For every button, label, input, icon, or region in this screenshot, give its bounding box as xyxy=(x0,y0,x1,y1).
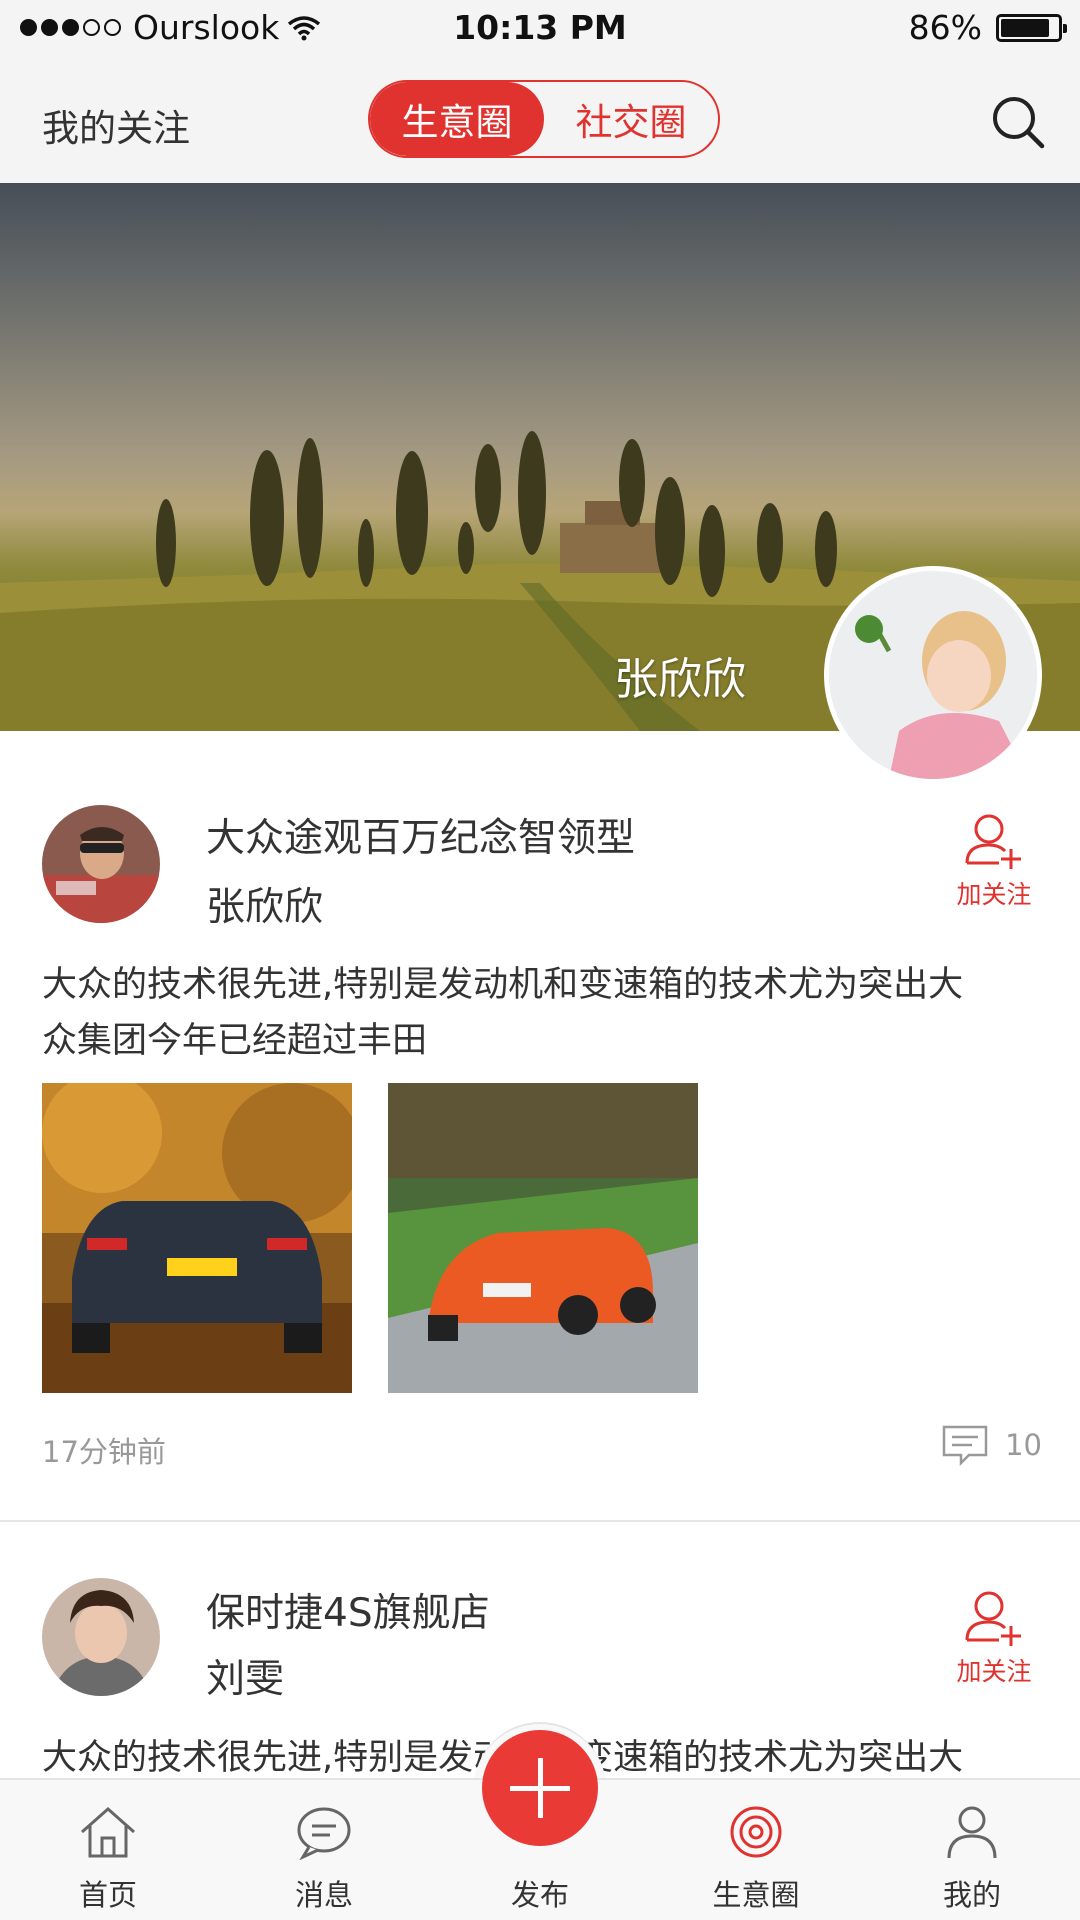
post-timestamp: 17分钟前 xyxy=(42,1435,166,1469)
tab-social-circle[interactable]: 社交圈 xyxy=(544,82,718,156)
tab-label: 生意圈 xyxy=(712,1878,800,1912)
segmented-control: 生意圈 社交圈 xyxy=(368,80,720,158)
tab-label: 发布 xyxy=(510,1878,569,1912)
post-author[interactable]: 刘雯 xyxy=(206,1648,284,1704)
tab-business-circle-nav[interactable]: 生意圈 xyxy=(648,1780,864,1920)
user-icon xyxy=(947,1806,997,1859)
post-title[interactable]: 大众途观百万纪念智领型 xyxy=(206,807,635,863)
follow-label: 加关注 xyxy=(956,880,1032,909)
add-user-icon xyxy=(965,1591,1021,1646)
tab-me[interactable]: 我的 xyxy=(864,1780,1080,1920)
tab-label: 我的 xyxy=(942,1878,1001,1912)
search-icon[interactable] xyxy=(988,92,1048,152)
battery-icon xyxy=(996,13,1067,42)
tab-business-circle[interactable]: 生意圈 xyxy=(370,82,544,156)
post-card[interactable]: 大众途观百万纪念智领型 张欣欣 加关注 大众的技术很先进,特别是发动机和变速箱的… xyxy=(0,731,1080,1521)
post-text-line: 众集团今年已经超过丰田 xyxy=(42,1021,428,1061)
post-photo[interactable] xyxy=(388,1083,698,1393)
tab-messages[interactable]: 消息 xyxy=(216,1780,432,1920)
comment-icon xyxy=(942,1425,988,1466)
post-text-line: 大众的技术很先进,特别是发动机和变速箱的技术尤为突出大 xyxy=(42,965,964,1005)
follow-label: 加关注 xyxy=(956,1657,1032,1686)
follow-button[interactable]: 加关注 xyxy=(938,1588,1050,1688)
avatar[interactable] xyxy=(42,805,160,923)
avatar-image xyxy=(42,1578,160,1696)
tab-label: 消息 xyxy=(294,1878,353,1912)
message-icon xyxy=(297,1807,351,1860)
circle-icon xyxy=(730,1806,782,1858)
post-author[interactable]: 张欣欣 xyxy=(206,876,323,932)
avatar-image xyxy=(42,805,160,923)
nav-bar: 我的关注 生意圈 社交圈 xyxy=(0,60,1080,183)
tab-label: 首页 xyxy=(78,1878,137,1912)
comment-count: 10 xyxy=(1005,1428,1042,1462)
home-icon xyxy=(81,1806,135,1858)
tab-home[interactable]: 首页 xyxy=(0,1780,216,1920)
battery-level xyxy=(1001,18,1050,37)
battery-percent: 86% xyxy=(908,8,982,47)
profile-name: 张欣欣 xyxy=(614,654,746,705)
add-user-icon xyxy=(965,814,1021,869)
post-photo[interactable] xyxy=(42,1083,352,1393)
post-title[interactable]: 保时捷4S旗舰店 xyxy=(206,1582,490,1638)
orange-car-photo xyxy=(388,1083,698,1393)
my-follows-link[interactable]: 我的关注 xyxy=(42,98,190,152)
avatar[interactable] xyxy=(42,1578,160,1696)
publish-button[interactable] xyxy=(482,1730,598,1846)
follow-button[interactable]: 加关注 xyxy=(938,811,1050,911)
post-text: 大众的技术很先进,特别是发动机和变速箱的技术尤为突出大 众集团今年已经超过丰田 xyxy=(42,957,1042,1069)
black-car-photo xyxy=(42,1083,352,1393)
comment-button[interactable]: 10 xyxy=(941,1424,1042,1466)
battery-status: 86% xyxy=(908,8,1067,47)
status-bar: Ourslook 10:13 PM 86% xyxy=(0,0,1080,60)
